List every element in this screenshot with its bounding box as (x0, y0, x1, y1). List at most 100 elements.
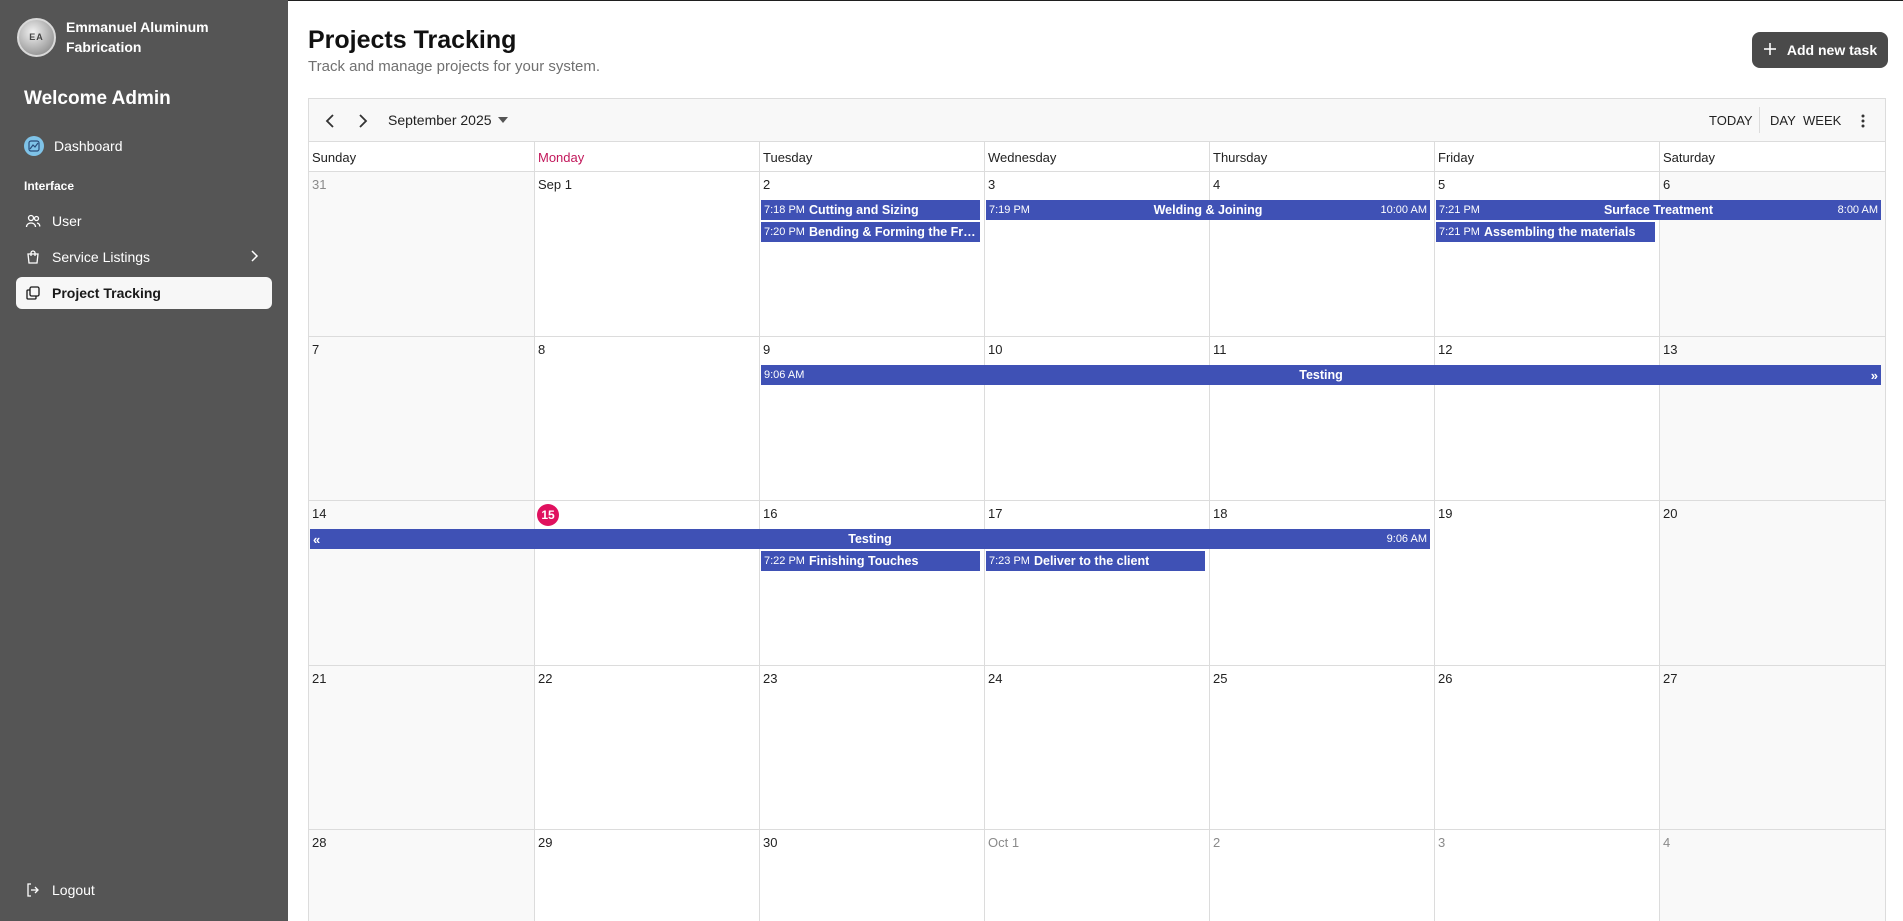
sidebar-item-label: Project Tracking (52, 285, 161, 301)
event-title: Finishing Touches (808, 554, 919, 568)
calendar-event[interactable]: 7:20 PM Bending & Forming the Fra... (761, 222, 980, 242)
day-cell[interactable]: 19 (1434, 501, 1659, 666)
weekday-header: Sunday Monday Tuesday Wednesday Thursday… (309, 142, 1885, 172)
calendar-event[interactable]: 7:23 PM Deliver to the client (986, 551, 1205, 571)
date-label: 17 (988, 506, 1003, 521)
date-label: 4 (1213, 177, 1221, 192)
day-cell[interactable]: 17 (984, 501, 1209, 666)
next-month-button[interactable] (352, 110, 374, 132)
day-cell[interactable]: 4 (1659, 830, 1885, 921)
day-cell[interactable]: 7 (309, 337, 534, 501)
day-cell[interactable]: 5 (1434, 172, 1659, 337)
today-button[interactable]: TODAY (1709, 113, 1753, 128)
day-cell[interactable]: 29 (534, 830, 759, 921)
day-cell[interactable]: 20 (1659, 501, 1885, 666)
calendar-event[interactable]: 7:22 PM Finishing Touches (761, 551, 980, 571)
day-cell[interactable]: 21 (309, 666, 534, 830)
month-selector[interactable]: September 2025 (388, 112, 508, 128)
day-cell[interactable]: 18 (1209, 501, 1434, 666)
calendar-event[interactable]: 7:18 PM Cutting and Sizing (761, 200, 980, 220)
day-cell[interactable]: 26 (1434, 666, 1659, 830)
chart-icon (24, 136, 44, 156)
add-new-task-button[interactable]: Add new task (1752, 32, 1888, 68)
sidebar-item-dashboard[interactable]: Dashboard (16, 130, 272, 162)
day-cell[interactable]: 24 (984, 666, 1209, 830)
event-time: 7:18 PM (764, 204, 805, 216)
day-cell[interactable]: 4 (1209, 172, 1434, 337)
date-label: 3 (1438, 835, 1446, 850)
day-cell[interactable]: 6 (1659, 172, 1885, 337)
date-label: Sep 1 (538, 177, 572, 192)
logout-label: Logout (52, 882, 95, 898)
calendar-event[interactable]: 9:06 AM Testing » (761, 365, 1881, 385)
weekday-label: Saturday (1659, 142, 1885, 172)
day-cell[interactable]: 11 (1209, 337, 1434, 501)
date-label: 18 (1213, 506, 1228, 521)
calendar: September 2025 TODAY DAY WEEK Sunday Mon… (308, 98, 1886, 921)
event-title: Surface Treatment (1603, 203, 1714, 217)
day-cell[interactable]: 13 (1659, 337, 1885, 501)
day-view-button[interactable]: DAY (1770, 113, 1796, 128)
today-date-badge: 15 (537, 504, 559, 526)
day-cell[interactable]: 23 (759, 666, 984, 830)
day-cell[interactable]: 14 (309, 501, 534, 666)
day-cell[interactable]: 28 (309, 830, 534, 921)
day-cell[interactable]: 31 (309, 172, 534, 337)
event-end-time: 8:00 AM (1837, 204, 1878, 216)
day-cell[interactable]: 25 (1209, 666, 1434, 830)
sidebar-item-project-tracking[interactable]: Project Tracking (16, 277, 272, 309)
brand[interactable]: EA Emmanuel Aluminum Fabrication (17, 17, 226, 57)
event-time: 7:20 PM (764, 226, 805, 238)
week-view-button[interactable]: WEEK (1803, 113, 1841, 128)
calendar-event[interactable]: 7:19 PM Welding & Joining 10:00 AM (986, 200, 1430, 220)
logout-icon (24, 881, 42, 899)
continues-right-icon: » (1870, 367, 1878, 383)
event-time: 7:22 PM (764, 555, 805, 567)
day-cell[interactable]: 15 (534, 501, 759, 666)
date-label: 23 (763, 671, 778, 686)
day-cell[interactable]: Oct 1 (984, 830, 1209, 921)
day-cell[interactable]: 30 (759, 830, 984, 921)
sidebar-item-service-listings[interactable]: Service Listings (16, 241, 272, 273)
day-cell[interactable]: 22 (534, 666, 759, 830)
day-cell[interactable]: 3 (984, 172, 1209, 337)
calendar-event[interactable]: 7:21 PM Assembling the materials (1436, 222, 1655, 242)
more-options-button[interactable] (1857, 110, 1869, 132)
day-cell[interactable]: Sep 1 (534, 172, 759, 337)
event-time: 7:23 PM (989, 555, 1030, 567)
day-cell[interactable]: 10 (984, 337, 1209, 501)
date-label: 22 (538, 671, 553, 686)
logout-button[interactable]: Logout (16, 874, 272, 906)
toolbar-divider (1759, 107, 1760, 133)
day-cell[interactable]: 2 (759, 172, 984, 337)
brand-name: Emmanuel Aluminum Fabrication (66, 19, 209, 55)
welcome-heading: Welcome Admin (24, 88, 171, 109)
event-title: Cutting and Sizing (808, 203, 919, 217)
event-title: Testing (848, 532, 892, 546)
date-label: 11 (1213, 342, 1227, 357)
sidebar-item-user[interactable]: User (16, 205, 272, 237)
more-vertical-icon (1861, 114, 1865, 128)
calendar-event[interactable]: 7:21 PM Surface Treatment 8:00 AM (1436, 200, 1881, 220)
calendar-event[interactable]: « Testing 9:06 AM (310, 529, 1430, 549)
date-label: Oct 1 (988, 835, 1020, 850)
main-content: Projects Tracking Track and manage proje… (288, 0, 1903, 921)
month-label: September 2025 (388, 112, 492, 128)
date-label: 5 (1438, 177, 1446, 192)
event-end-time: 10:00 AM (1380, 204, 1427, 216)
day-cell[interactable]: 2 (1209, 830, 1434, 921)
page-subtitle: Track and manage projects for your syste… (308, 58, 601, 75)
day-cell[interactable]: 27 (1659, 666, 1885, 830)
page-title: Projects Tracking (308, 26, 517, 54)
day-cell[interactable]: 3 (1434, 830, 1659, 921)
day-cell[interactable]: 16 (759, 501, 984, 666)
day-cell[interactable]: 12 (1434, 337, 1659, 501)
day-cell[interactable]: 9 (759, 337, 984, 501)
prev-month-button[interactable] (319, 110, 341, 132)
date-label: 2 (763, 177, 771, 192)
event-title: Welding & Joining (1153, 203, 1263, 217)
weekday-label: Wednesday (984, 142, 1209, 172)
date-label: 2 (1213, 835, 1221, 850)
date-label: 7 (312, 342, 320, 357)
day-cell[interactable]: 8 (534, 337, 759, 501)
